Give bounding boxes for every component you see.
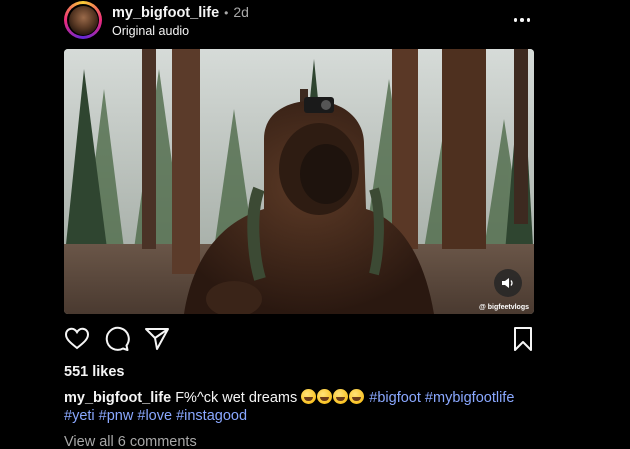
caption-username[interactable]: my_bigfoot_life: [64, 390, 171, 406]
hashtag-love[interactable]: #love: [137, 408, 172, 424]
separator-dot: •: [224, 6, 229, 20]
post-caption: my_bigfoot_life F%^ck wet dreams #bigfoo…: [64, 389, 544, 425]
username-link[interactable]: my_bigfoot_life: [112, 5, 219, 22]
heart-icon[interactable]: [64, 326, 90, 352]
hashtag-bigfoot[interactable]: #bigfoot: [369, 390, 421, 406]
speaker-icon[interactable]: [494, 269, 522, 297]
hashtag-mybigfootlife[interactable]: #mybigfootlife: [425, 390, 514, 406]
hashtag-instagood[interactable]: #instagood: [176, 408, 247, 424]
more-icon[interactable]: [510, 10, 534, 30]
video-frame: [64, 49, 534, 314]
header-text: my_bigfoot_life • 2d Original audio: [112, 4, 249, 39]
send-icon[interactable]: [144, 326, 170, 352]
post-video[interactable]: @ bigfeetvlogs: [64, 49, 534, 314]
comment-icon[interactable]: [104, 326, 130, 352]
video-watermark: @ bigfeetvlogs: [479, 304, 529, 311]
post-actions: [64, 326, 534, 354]
laughing-emoji-group: [301, 389, 365, 406]
bookmark-icon[interactable]: [510, 326, 536, 352]
audio-link[interactable]: Original audio: [112, 23, 249, 39]
avatar[interactable]: [64, 1, 102, 39]
view-comments-link[interactable]: View all 6 comments: [64, 434, 197, 449]
post-header: my_bigfoot_life • 2d Original audio: [64, 0, 534, 40]
likes-count[interactable]: 551 likes: [64, 364, 124, 380]
avatar-image: [68, 5, 98, 35]
post-time[interactable]: 2d: [233, 4, 249, 21]
hashtag-yeti[interactable]: #yeti: [64, 408, 95, 424]
hashtag-pnw[interactable]: #pnw: [99, 408, 134, 424]
caption-text: F%^ck wet dreams: [175, 390, 298, 406]
instagram-post: my_bigfoot_life • 2d Original audio @ bi…: [0, 0, 630, 449]
